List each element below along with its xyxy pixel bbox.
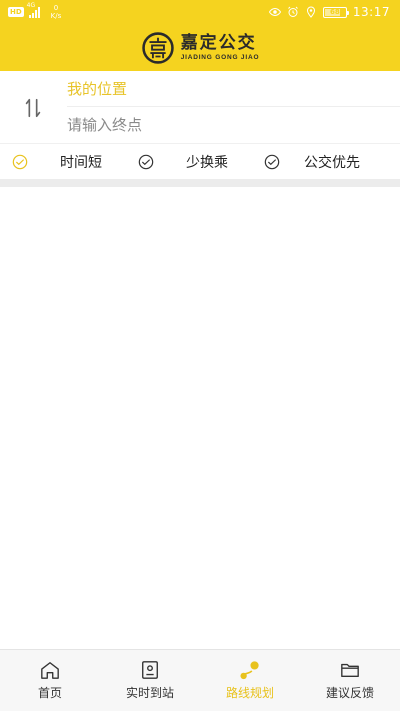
clock: 13:17: [352, 5, 390, 19]
destination-field[interactable]: [67, 107, 400, 143]
option-label: 公交优先: [304, 154, 360, 171]
alarm-icon: [288, 6, 298, 17]
nav-label: 建议反馈: [325, 686, 374, 700]
eye-icon: [268, 7, 281, 17]
network-speed: 0 K/s: [51, 4, 62, 20]
status-right: 68 13:17: [268, 0, 390, 24]
logo-subtitle: JIADING GONG JIAO: [180, 53, 260, 61]
route-results-area: [0, 187, 400, 649]
nav-route-plan[interactable]: 路线规划: [200, 650, 300, 711]
speed-value: 0: [53, 4, 59, 12]
logo-text: 嘉定公交 JIADING GONG JIAO: [180, 32, 260, 62]
route-plan-icon: [240, 661, 259, 680]
network-type: 4G: [26, 2, 36, 9]
speed-unit: K/s: [50, 12, 62, 20]
start-location-field[interactable]: 我的位置: [67, 71, 400, 107]
hd-badge: HD: [8, 7, 24, 17]
jiading-logo-icon: [141, 31, 174, 64]
nav-label: 路线规划: [225, 686, 274, 700]
swap-icon: [25, 98, 41, 118]
status-bar: HD 4G 0 K/s 68 13:17: [0, 0, 400, 24]
option-bus-priority[interactable]: 公交优先: [264, 144, 360, 180]
check-circle-icon: [12, 154, 28, 169]
route-preference-options: 时间短 少换乘 公交优先: [0, 143, 400, 179]
swap-direction-button[interactable]: [16, 91, 50, 125]
location-icon: [306, 6, 315, 18]
bottom-nav: 首页 实时到站 路线规划 建议反馈: [0, 649, 400, 711]
route-input-panel: 我的位置: [0, 71, 400, 143]
folder-icon: [341, 663, 359, 678]
check-circle-icon: [138, 154, 154, 169]
option-label: 少换乘: [186, 154, 228, 171]
battery-level: 68: [330, 8, 340, 16]
option-fewer-transfers[interactable]: 少换乘: [138, 144, 228, 180]
check-circle-icon: [264, 154, 280, 169]
option-shortest-time[interactable]: 时间短: [12, 144, 102, 180]
section-divider: [0, 179, 400, 187]
start-location-text: 我的位置: [67, 80, 128, 98]
logo-title: 嘉定公交: [180, 32, 257, 53]
nav-feedback[interactable]: 建议反馈: [300, 650, 400, 711]
status-left: HD 4G 0 K/s: [8, 0, 61, 24]
app-header: 嘉定公交 JIADING GONG JIAO: [0, 24, 400, 71]
nav-realtime[interactable]: 实时到站: [100, 650, 200, 711]
nav-label: 首页: [37, 686, 62, 700]
nav-label: 实时到站: [125, 686, 174, 700]
destination-input[interactable]: [67, 116, 400, 134]
nav-home[interactable]: 首页: [0, 650, 100, 711]
realtime-icon: [142, 661, 158, 679]
battery-icon: 68: [322, 6, 349, 18]
signal-icon: 4G: [27, 2, 40, 18]
app-logo: 嘉定公交 JIADING GONG JIAO: [141, 31, 260, 65]
option-label: 时间短: [60, 154, 102, 171]
home-icon: [41, 662, 59, 679]
